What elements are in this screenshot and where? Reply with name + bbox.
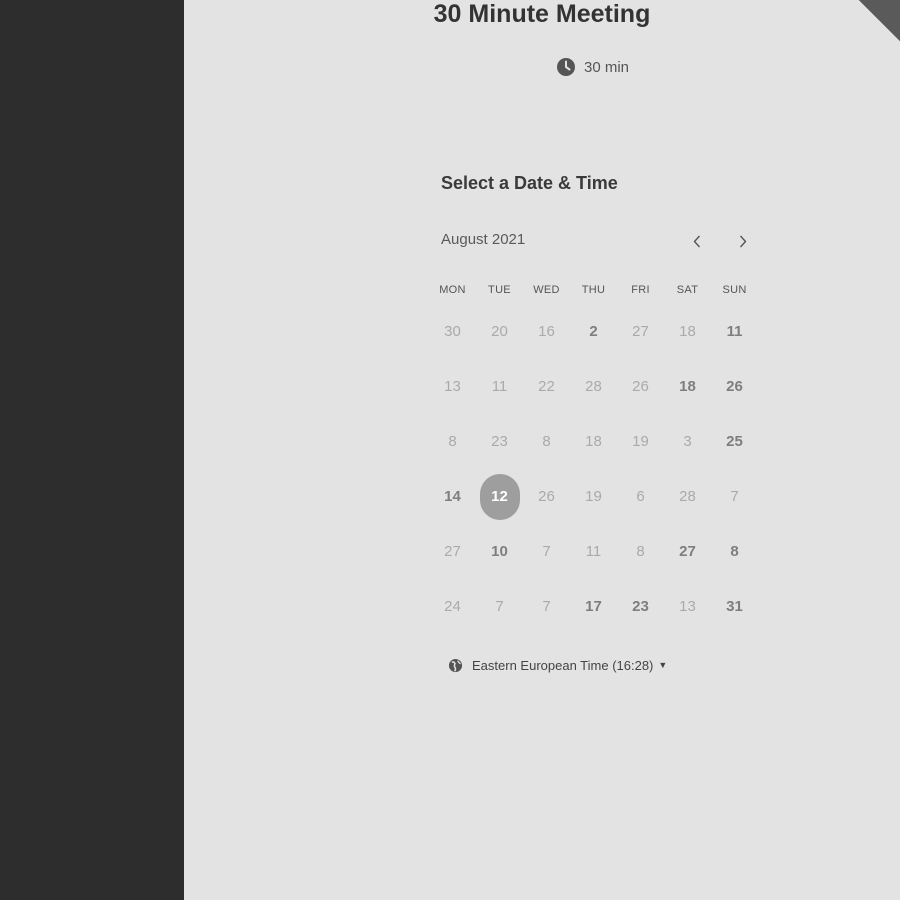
calendar-day-available[interactable]: 2 <box>570 304 617 359</box>
calendar-grid: 30 20 16 2 27 18 11 13 11 22 28 26 18 26 8 23 8 18 19 3 25 14… <box>429 304 758 634</box>
calendar-day-available[interactable]: 17 <box>570 579 617 634</box>
calendar-day: 18 <box>585 433 602 450</box>
calendar-day: 26 <box>632 378 649 395</box>
duration-label: 30 min <box>584 58 630 76</box>
weekday-label: MON <box>439 284 466 296</box>
timezone-label: Eastern European Time (16:28) <box>472 657 654 673</box>
globe-icon <box>448 658 463 672</box>
calendar-day: 13 <box>679 598 696 615</box>
calendar-day: 13 <box>444 378 461 395</box>
event-title: 30 Minute Meeting <box>433 0 651 28</box>
calendar-day-available[interactable]: 8 <box>711 524 758 579</box>
calendar-day-available[interactable]: 31 <box>711 579 758 634</box>
weekday-label: TUE <box>488 284 511 296</box>
clock-icon <box>557 58 575 76</box>
calendar-day-selected[interactable]: 12 <box>476 469 523 524</box>
calendar-day: 11 <box>585 543 602 560</box>
calendar-day: 8 <box>542 433 551 450</box>
calendar-day-available[interactable]: 27 <box>664 524 711 579</box>
calendar-day: 28 <box>585 378 602 395</box>
calendar-day: 30 <box>444 323 461 340</box>
calendar-day-available[interactable]: 23 <box>617 579 664 634</box>
weekday-label: WED <box>533 284 560 296</box>
calendar-day: 28 <box>679 488 696 505</box>
timezone-selector[interactable]: Eastern European Time (16:28) ▼ <box>448 655 667 675</box>
calendar-day: 16 <box>538 323 555 340</box>
calendar-day-available[interactable]: 25 <box>711 414 758 469</box>
weekday-header-row: MON TUE WED THU FRI SAT SUN <box>429 284 758 296</box>
next-month-button[interactable] <box>731 228 755 254</box>
calendar-day: 11 <box>491 378 508 395</box>
weekday-label: SAT <box>676 284 699 296</box>
weekday-label: SUN <box>722 284 747 296</box>
calendar-day: 22 <box>538 378 555 395</box>
prev-month-button[interactable] <box>685 228 709 254</box>
calendar-day: 8 <box>636 543 645 560</box>
calendar-day: 7 <box>542 598 551 615</box>
calendar-day: 18 <box>679 323 696 340</box>
calendar-day-available[interactable]: 10 <box>476 524 523 579</box>
calendar-day: 20 <box>491 323 508 340</box>
calendar-day-available[interactable]: 26 <box>711 359 758 414</box>
event-duration: 30 min <box>556 55 629 79</box>
calendar-day: 27 <box>444 543 461 560</box>
scheduling-page: 30 Minute Meeting 30 min Select a Date &… <box>184 0 900 900</box>
section-heading: Select a Date & Time <box>441 173 618 193</box>
sidebar-panel <box>0 0 184 900</box>
calendar-day: 26 <box>538 488 555 505</box>
calendar-day: 19 <box>632 433 649 450</box>
calendar-day: 23 <box>491 433 508 450</box>
calendar-day: 7 <box>542 543 551 560</box>
calendar-day-available[interactable]: 11 <box>711 304 758 359</box>
calendar-day: 27 <box>632 323 649 340</box>
calendar-day-available[interactable]: 14 <box>429 469 476 524</box>
caret-down-icon: ▼ <box>658 660 668 670</box>
weekday-label: THU <box>581 284 606 296</box>
chevron-left-icon <box>693 235 701 247</box>
calendar-day: 6 <box>636 488 645 505</box>
calendar-day-available[interactable]: 18 <box>664 359 711 414</box>
calendar-day: 7 <box>495 598 504 615</box>
selected-day-number: 12 <box>479 473 520 520</box>
chevron-right-icon <box>739 235 747 247</box>
calendar-day: 3 <box>683 433 692 450</box>
calendar-day: 8 <box>448 433 457 450</box>
calendar-day: 24 <box>444 598 461 615</box>
calendar-day: 19 <box>585 488 602 505</box>
weekday-label: FRI <box>631 284 650 296</box>
calendar-day: 7 <box>730 488 739 505</box>
month-label: August 2021 <box>441 231 526 248</box>
